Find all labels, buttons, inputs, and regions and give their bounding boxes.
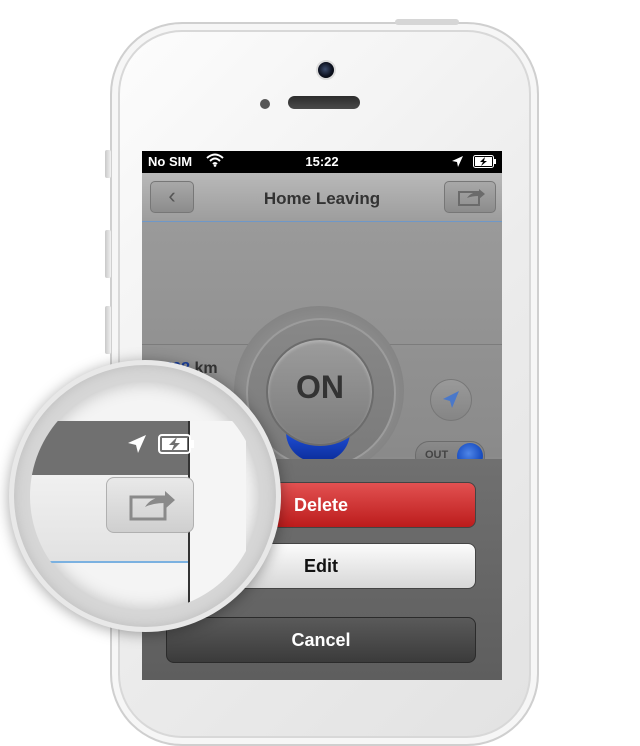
front-camera bbox=[316, 60, 336, 80]
share-button[interactable] bbox=[106, 477, 194, 533]
earpiece-speaker bbox=[288, 96, 360, 109]
volume-down-button bbox=[105, 306, 111, 354]
status-bar: No SIM 15:22 bbox=[142, 151, 502, 173]
cancel-button[interactable]: Cancel bbox=[166, 617, 476, 663]
share-icon bbox=[129, 491, 175, 521]
share-icon bbox=[458, 189, 485, 206]
mute-switch bbox=[105, 150, 111, 178]
share-button[interactable] bbox=[444, 181, 496, 213]
navigation-bar: ‹ Home Leaving bbox=[142, 173, 502, 222]
location-arrow-icon bbox=[126, 433, 148, 460]
proximity-sensor bbox=[260, 99, 270, 109]
navigate-button[interactable] bbox=[430, 379, 472, 421]
navigation-arrow-icon bbox=[443, 391, 459, 408]
power-button bbox=[395, 19, 459, 25]
on-button-label: ON bbox=[296, 369, 344, 405]
volume-up-button bbox=[105, 230, 111, 278]
battery-charging-icon bbox=[473, 155, 497, 171]
magnified-screen-edge bbox=[188, 421, 246, 611]
magnifier-callout bbox=[9, 360, 281, 632]
magnifier-lens bbox=[30, 381, 260, 611]
clock-time: 15:22 bbox=[305, 154, 339, 169]
location-arrow-icon bbox=[451, 155, 464, 171]
battery-charging-icon bbox=[158, 433, 196, 460]
